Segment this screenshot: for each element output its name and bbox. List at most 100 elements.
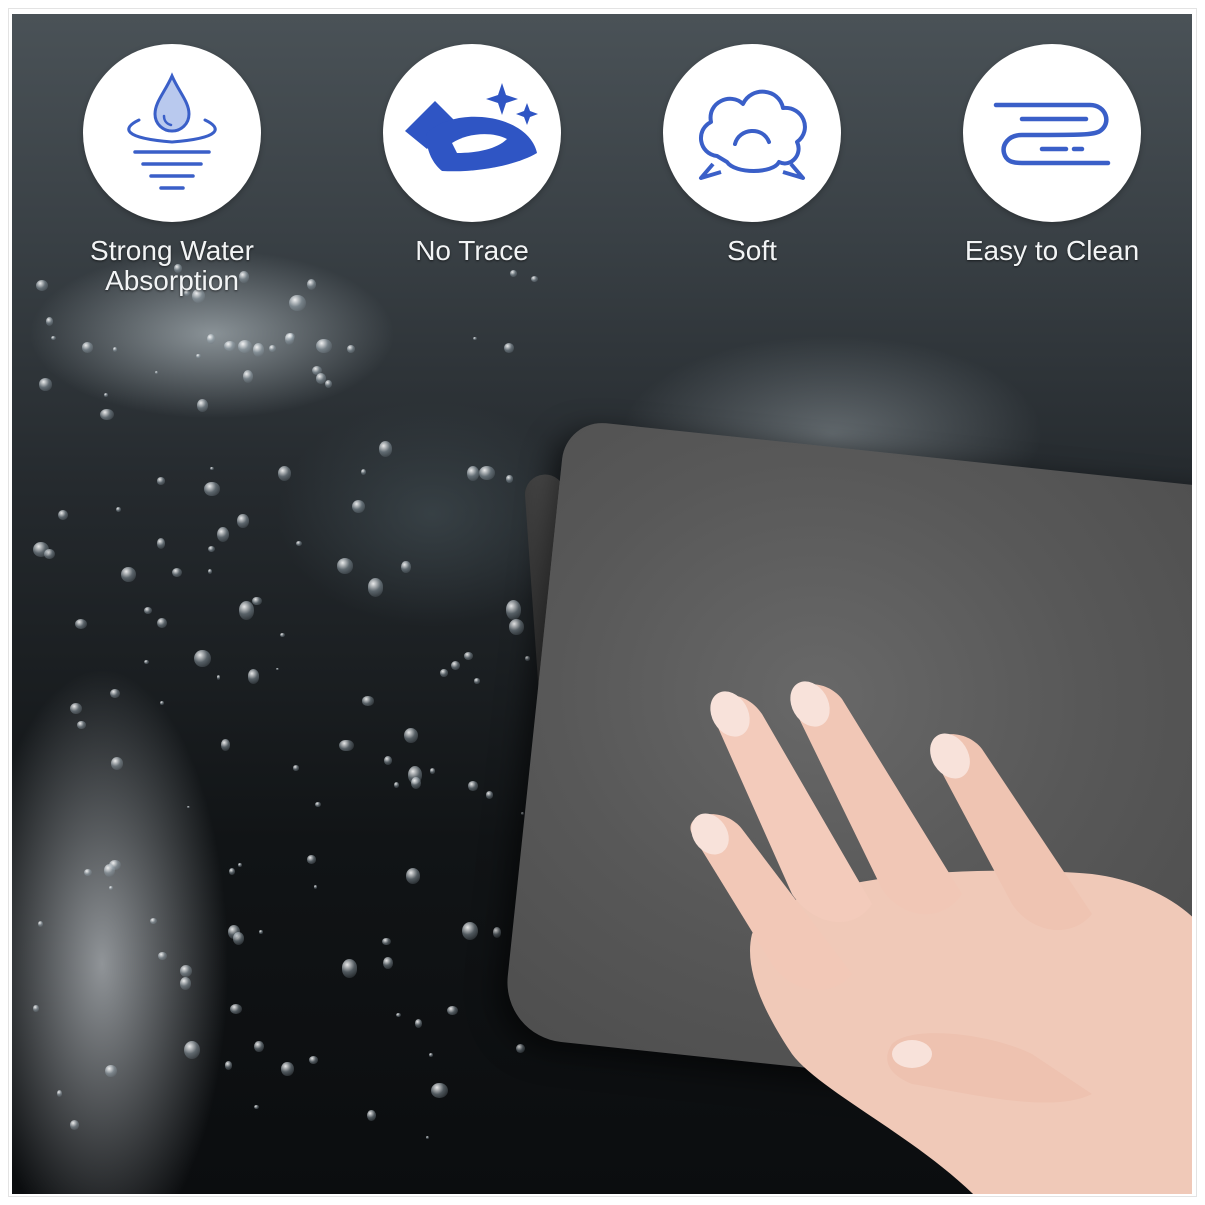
water-droplet bbox=[204, 482, 220, 497]
water-droplet bbox=[505, 600, 522, 621]
water-droplet bbox=[281, 1061, 294, 1076]
water-droplet bbox=[295, 541, 302, 546]
flowing-lines-icon bbox=[963, 44, 1141, 222]
water-droplet bbox=[208, 546, 216, 553]
water-droplet bbox=[239, 601, 255, 620]
water-droplet bbox=[269, 345, 276, 353]
feature-no-trace: No Trace bbox=[352, 44, 592, 266]
water-droplet bbox=[237, 514, 249, 528]
product-photo: Strong Water Absorption No Trace Soft Ea… bbox=[12, 14, 1192, 1194]
feature-label-soft: Soft bbox=[727, 235, 777, 266]
water-droplet bbox=[315, 373, 327, 384]
water-droplet bbox=[429, 768, 436, 775]
water-droplet bbox=[84, 868, 93, 876]
water-droplet bbox=[383, 956, 394, 970]
water-droplet bbox=[100, 408, 115, 421]
water-droplet bbox=[227, 924, 240, 939]
water-droplet bbox=[347, 344, 356, 353]
water-droplet bbox=[508, 619, 524, 635]
water-droplet bbox=[179, 965, 193, 978]
water-droplet bbox=[252, 342, 264, 358]
water-droplet bbox=[156, 538, 166, 549]
water-droplet bbox=[247, 669, 260, 684]
water-droplet bbox=[462, 921, 479, 940]
water-droplet bbox=[367, 578, 384, 597]
water-droplet bbox=[112, 347, 117, 352]
water-droplet bbox=[75, 618, 87, 629]
water-droplet bbox=[58, 510, 68, 521]
water-droplet bbox=[157, 951, 168, 961]
water-droplet bbox=[307, 855, 317, 864]
water-droplet bbox=[478, 465, 496, 481]
water-droplet bbox=[275, 667, 279, 670]
water-droplet bbox=[220, 739, 230, 751]
hand-illustration bbox=[690, 681, 1192, 1194]
water-droplet bbox=[171, 567, 183, 578]
water-droplet bbox=[196, 353, 201, 359]
water-droplet bbox=[57, 1090, 63, 1098]
water-droplet bbox=[157, 617, 168, 629]
water-droplet bbox=[38, 920, 44, 927]
water-droplet bbox=[77, 721, 86, 729]
water-droplet bbox=[351, 499, 365, 513]
water-droplet bbox=[110, 688, 120, 698]
water-droplet bbox=[121, 566, 136, 582]
water-droplet bbox=[143, 607, 153, 615]
water-droplet bbox=[216, 674, 221, 680]
water-droplet bbox=[428, 1052, 434, 1058]
water-droplet bbox=[324, 380, 332, 388]
water-droplet bbox=[506, 475, 513, 483]
water-droplet bbox=[515, 1043, 525, 1054]
water-droplet bbox=[209, 466, 214, 471]
water-droplet bbox=[474, 678, 481, 685]
water-droplet bbox=[242, 369, 254, 383]
feature-label-line-1: Strong Water bbox=[90, 235, 254, 266]
water-droplet bbox=[252, 596, 262, 606]
water-droplet bbox=[280, 633, 285, 638]
water-droplet bbox=[431, 1082, 448, 1098]
water-droplet bbox=[186, 805, 191, 809]
water-droplet bbox=[336, 557, 354, 574]
water-droplet bbox=[396, 1012, 402, 1017]
feature-label-water-absorption: Strong Water Absorption bbox=[52, 236, 292, 296]
water-droplet bbox=[254, 1105, 259, 1110]
water-droplet bbox=[468, 780, 478, 791]
feature-label-line-2: Absorption bbox=[105, 265, 239, 296]
water-droplet bbox=[403, 728, 419, 744]
water-droplet bbox=[194, 649, 211, 667]
water-droplet bbox=[225, 1061, 233, 1070]
water-droplet bbox=[179, 976, 191, 990]
water-droplet bbox=[451, 660, 461, 670]
water-droplet bbox=[314, 801, 321, 807]
water-droplet bbox=[154, 371, 158, 375]
water-droplet bbox=[258, 930, 264, 934]
feature-water-absorption: Strong Water Absorption bbox=[52, 44, 292, 296]
water-droplet bbox=[308, 1056, 319, 1065]
water-droplet bbox=[382, 937, 392, 946]
water-droplet bbox=[524, 656, 531, 662]
water-droplet bbox=[393, 781, 399, 788]
water-droplet bbox=[115, 506, 121, 512]
water-droplet bbox=[143, 660, 149, 665]
water-droplet bbox=[401, 561, 411, 574]
feature-soft: Soft bbox=[632, 44, 872, 266]
water-droplet bbox=[313, 885, 318, 890]
water-droplet bbox=[383, 755, 392, 766]
feature-easy-to-clean: Easy to Clean bbox=[932, 44, 1172, 266]
water-droplet bbox=[103, 863, 115, 877]
water-droplet bbox=[197, 399, 208, 412]
water-droplet bbox=[70, 702, 83, 714]
water-droplet bbox=[254, 1040, 265, 1053]
water-droplet bbox=[415, 1019, 423, 1029]
water-droplet bbox=[411, 776, 422, 789]
water-droplet bbox=[110, 757, 124, 771]
water-droplet bbox=[157, 477, 166, 485]
water-droplet bbox=[378, 441, 393, 458]
water-droplet bbox=[238, 863, 242, 868]
water-droplet bbox=[463, 652, 474, 661]
feature-label-easy-to-clean: Easy to Clean bbox=[964, 235, 1140, 266]
water-droplet bbox=[105, 1064, 118, 1078]
water-droplet bbox=[150, 917, 158, 924]
water-droplet bbox=[228, 867, 235, 875]
water-droplet bbox=[109, 886, 113, 891]
